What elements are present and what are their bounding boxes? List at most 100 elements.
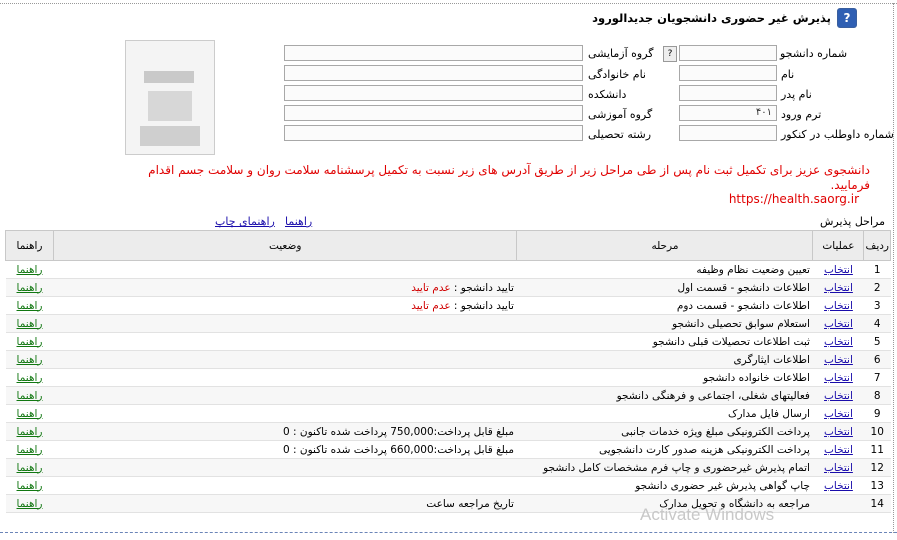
help-small-button[interactable]: ? [663,46,677,62]
select-link[interactable]: انتخاب [812,314,864,333]
stage-name: اطلاعات دانشجو - قسمت دوم [516,296,813,315]
select-link-text[interactable]: انتخاب [824,354,853,366]
row-guide-link[interactable]: راهنما [17,426,43,438]
select-link[interactable]: انتخاب [812,422,864,441]
stage-status [53,404,517,423]
table-row: 10 انتخاب پرداخت الکترونیکی مبلغ ویژه خدما… [5,422,891,441]
stage-name: اتمام پذیرش غیرحضوری و چاپ فرم مشخصات کا… [516,458,813,477]
stage-name: چاپ گواهی پذیرش غیر حضوری دانشجو [516,476,813,495]
select-link-text[interactable]: انتخاب [824,390,853,402]
row-guide-link[interactable]: راهنما [17,390,43,402]
stage-status: مبلغ قابل پرداخت:750,000 پرداخت شده تاکن… [53,422,517,441]
stage-name: پرداخت الکترونیکی هزینه صدور کارت دانشجو… [516,440,813,459]
row-guide-link[interactable]: راهنما [17,462,43,474]
row-num: 7 [863,368,891,387]
guide-cell[interactable]: راهنما [5,296,54,315]
edu-group-label: گروه آموزشی [588,108,653,121]
select-link[interactable]: انتخاب [812,404,864,423]
guide-cell[interactable]: راهنما [5,278,54,297]
row-guide-link[interactable]: راهنما [17,498,43,510]
row-num: 4 [863,314,891,333]
konkur-no-field [679,125,777,141]
status-text: تایید دانشجو : [450,281,514,294]
entry-term-label: ترم ورود [781,108,822,121]
stage-status [53,332,517,351]
row-guide-link[interactable]: راهنما [17,354,43,366]
select-link[interactable]: انتخاب [812,332,864,351]
question-icon[interactable]: ? [837,8,857,28]
row-guide-link[interactable]: راهنما [17,444,43,456]
guide-cell[interactable]: راهنما [5,440,54,459]
status-text: تایید دانشجو : [450,299,514,312]
row-guide-link[interactable]: راهنما [17,372,43,384]
select-link-text[interactable]: انتخاب [824,426,853,438]
table-row: 12 انتخاب اتمام پذیرش غیرحضوری و چاپ فرم م… [5,458,891,477]
select-link-text[interactable]: انتخاب [824,264,853,276]
select-link[interactable]: انتخاب [812,350,864,369]
select-link-text[interactable]: انتخاب [824,336,853,348]
stage-name: ثبت اطلاعات تحصیلات قبلی دانشجو [516,332,813,351]
stage-name: اطلاعات خانواده دانشجو [516,368,813,387]
status-flag: عدم تایید [411,299,451,312]
guide-cell[interactable]: راهنما [5,422,54,441]
stage-name: تعیین وضعیت نظام وظیفه [516,260,813,279]
stage-status [53,314,517,333]
select-link-text[interactable]: انتخاب [824,282,853,294]
row-guide-link[interactable]: راهنما [17,318,43,330]
row-guide-link[interactable]: راهنما [17,282,43,294]
row-num: 11 [863,440,891,459]
konkur-no-label: شماره داوطلب در کنکور [781,128,894,141]
right-border [893,3,894,533]
guide-cell[interactable]: راهنما [5,404,54,423]
select-link[interactable]: انتخاب [812,440,864,459]
table-row: 6 انتخاب اطلاعات ایثارگری راهنما [5,350,891,369]
select-link[interactable]: انتخاب [812,296,864,315]
select-link-text[interactable]: انتخاب [824,444,853,456]
select-link[interactable]: انتخاب [812,458,864,477]
row-guide-link[interactable]: راهنما [17,408,43,420]
select-link[interactable]: انتخاب [812,368,864,387]
guide-cell[interactable]: راهنما [5,476,54,495]
select-link-text[interactable]: انتخاب [824,300,853,312]
health-url[interactable]: https://health.saorg.ir [729,192,859,206]
stage-status: مبلغ قابل پرداخت:660,000 پرداخت شده تاکن… [53,440,517,459]
print-guide-link[interactable]: راهنمای چاپ [215,215,275,228]
guide-cell[interactable]: راهنما [5,386,54,405]
guide-cell[interactable]: راهنما [5,332,54,351]
row-guide-link[interactable]: راهنما [17,300,43,312]
stage-status: تایید دانشجو : عدم تایید [53,278,517,297]
page-header: ? پذیرش غیر حضوری دانشجویان جدیدالورود [592,8,857,28]
row-guide-link[interactable]: راهنما [17,336,43,348]
select-link-text[interactable]: انتخاب [824,408,853,420]
exam-group-field [284,45,583,61]
row-guide-link[interactable]: راهنما [17,480,43,492]
status-text: تاریخ مراجعه ساعت [426,497,514,510]
select-link[interactable] [812,494,864,513]
guide-cell[interactable]: راهنما [5,314,54,333]
select-link[interactable]: انتخاب [812,278,864,297]
select-link[interactable]: انتخاب [812,386,864,405]
select-link-text[interactable]: انتخاب [824,372,853,384]
select-link-text[interactable]: انتخاب [824,480,853,492]
select-link[interactable]: انتخاب [812,260,864,279]
select-link-text[interactable]: انتخاب [824,462,853,474]
status-text: مبلغ قابل پرداخت:750,000 پرداخت شده تاکن… [282,425,514,438]
row-num: 9 [863,404,891,423]
guide-cell[interactable]: راهنما [5,260,54,279]
guide-cell[interactable]: راهنما [5,350,54,369]
table-row: 11 انتخاب پرداخت الکترونیکی هزینه صدور کار… [5,440,891,459]
table-row: 7 انتخاب اطلاعات خانواده دانشجو راهنما [5,368,891,387]
guide-link[interactable]: راهنما [285,215,312,228]
select-link-text[interactable]: انتخاب [824,318,853,330]
guide-cell[interactable]: راهنما [5,458,54,477]
table-row: 13 انتخاب چاپ گواهی پذیرش غیر حضوری دانشجو… [5,476,891,495]
row-guide-link[interactable]: راهنما [17,264,43,276]
stage-name: فعالیتهای شغلی، اجتماعی و فرهنگی دانشجو [516,386,813,405]
guide-cell[interactable]: راهنما [5,494,54,513]
last-name-label: نام خانوادگی [588,68,646,81]
guide-cell[interactable]: راهنما [5,368,54,387]
select-link[interactable]: انتخاب [812,476,864,495]
stage-status [53,476,517,495]
stage-status [53,458,517,477]
stage-status [53,260,517,279]
